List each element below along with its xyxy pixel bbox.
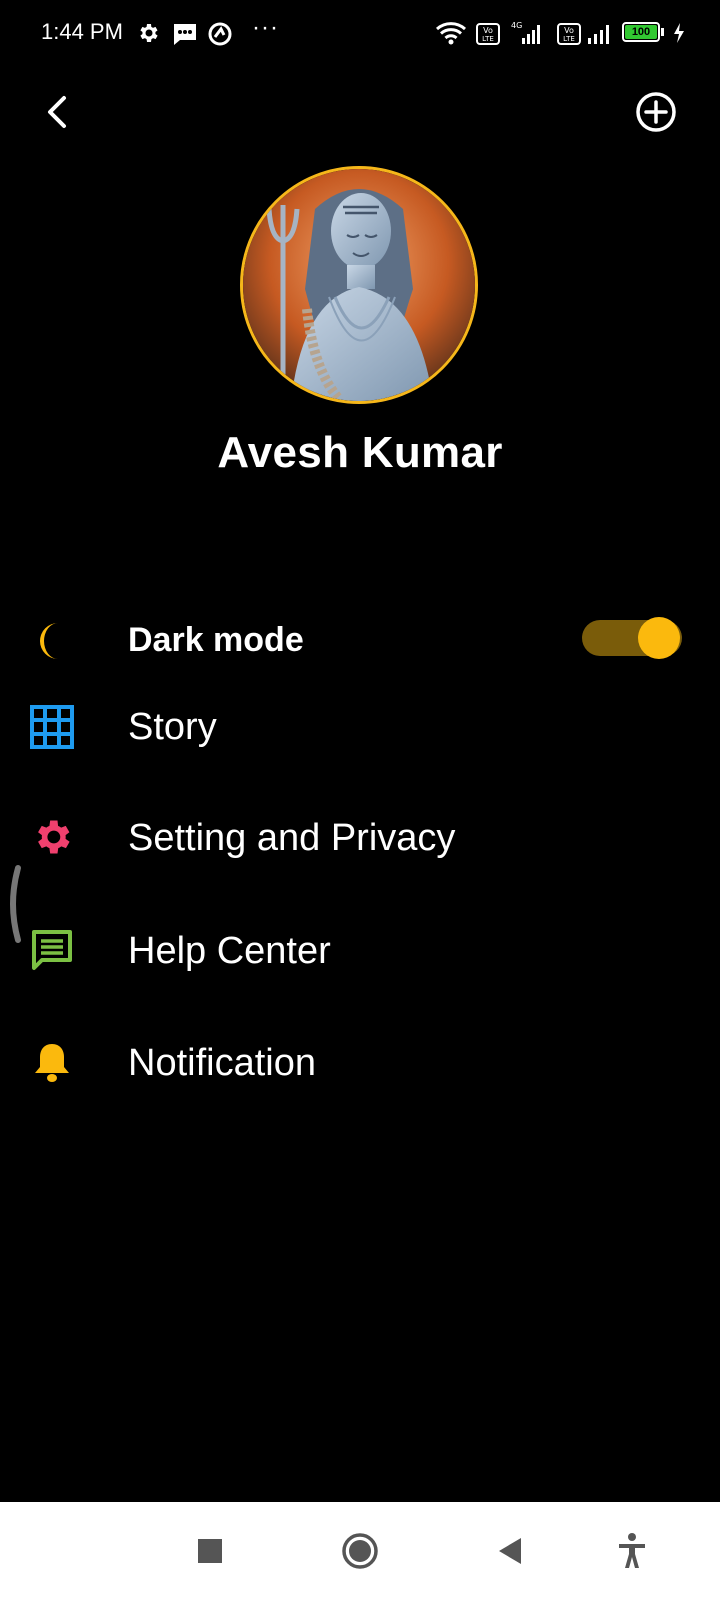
svg-text:LTE: LTE xyxy=(563,35,575,43)
profile-name: Avesh Kumar xyxy=(217,428,503,477)
svg-text:4G: 4G xyxy=(511,21,522,30)
battery-level: 100 xyxy=(631,26,651,38)
gear-icon xyxy=(38,820,70,854)
charging-icon xyxy=(674,23,684,43)
menu-item-label: Notification xyxy=(128,1042,316,1084)
accessibility-icon[interactable] xyxy=(607,1526,657,1576)
more-dots-icon: ··· xyxy=(252,14,279,41)
edge-swipe-handle[interactable] xyxy=(4,864,22,944)
4g-signal-icon: 4G xyxy=(511,21,540,44)
menu-item-help-center[interactable]: Help Center xyxy=(0,906,720,996)
chat-icon xyxy=(32,930,72,970)
message-icon xyxy=(174,24,196,45)
system-nav-bar xyxy=(0,1502,720,1600)
menu-item-settings[interactable]: Setting and Privacy xyxy=(0,793,720,883)
volte-icon: Vo LTE xyxy=(476,23,500,45)
recents-icon[interactable] xyxy=(185,1526,235,1576)
wifi-icon xyxy=(436,22,466,45)
home-icon[interactable] xyxy=(335,1526,385,1576)
vpn-icon xyxy=(208,22,232,46)
signal-icon xyxy=(588,25,609,44)
dark-mode-label: Dark mode xyxy=(128,621,304,659)
menu-item-story[interactable]: Story xyxy=(0,680,720,770)
dark-mode-toggle[interactable] xyxy=(582,617,682,661)
volte-icon: Vo LTE xyxy=(557,23,581,45)
back-button[interactable] xyxy=(36,90,80,134)
menu-item-notification[interactable]: Notification xyxy=(0,1018,720,1108)
settings-icon xyxy=(140,24,158,42)
bell-icon xyxy=(35,1044,69,1082)
menu-item-label: Help Center xyxy=(128,930,331,972)
back-icon[interactable] xyxy=(485,1526,535,1576)
avatar-image xyxy=(243,169,475,401)
grid-icon xyxy=(30,705,74,749)
status-time: 1:44 PM xyxy=(41,19,123,44)
svg-text:LTE: LTE xyxy=(482,35,494,43)
menu-item-label: Setting and Privacy xyxy=(128,817,456,859)
avatar[interactable] xyxy=(240,166,478,404)
add-button[interactable] xyxy=(634,90,678,134)
status-bar: 1:44 PM ··· Vo LTE 4G Vo LTE 100 xyxy=(0,0,720,70)
svg-text:Vo: Vo xyxy=(564,26,574,35)
svg-text:Vo: Vo xyxy=(483,26,493,35)
top-bar xyxy=(0,80,720,150)
battery-icon: 100 xyxy=(622,22,666,44)
toggle-knob xyxy=(638,617,680,659)
menu-item-label: Story xyxy=(128,706,217,748)
moon-icon xyxy=(39,623,58,659)
